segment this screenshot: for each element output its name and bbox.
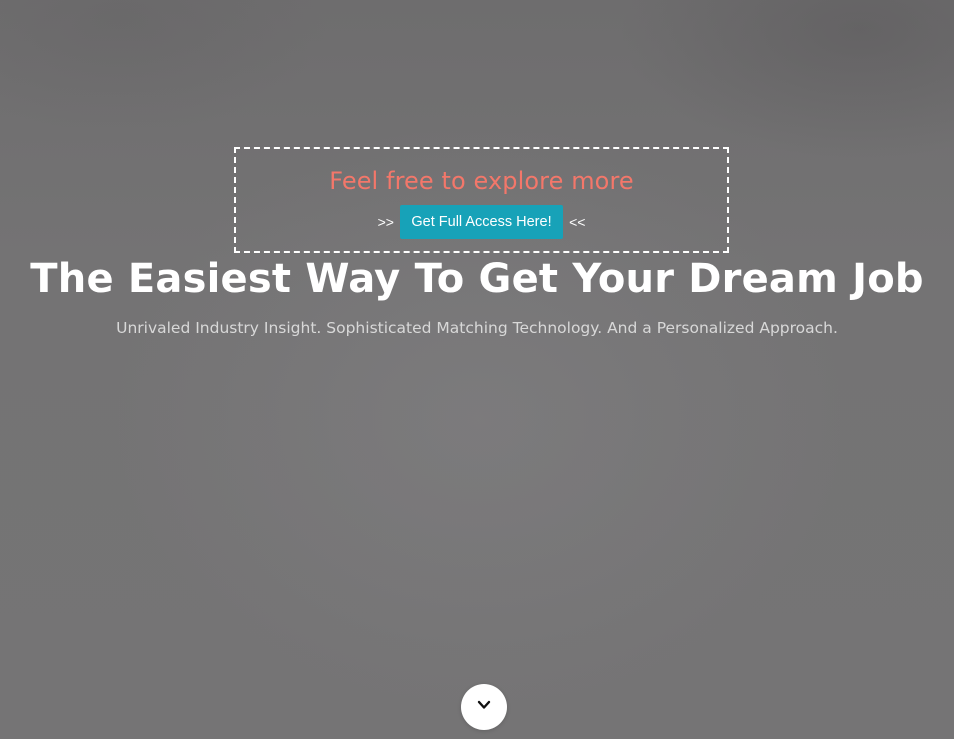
left-arrow-marker: >> [377,214,394,230]
right-arrow-marker: << [569,214,586,230]
hero-headline: The Easiest Way To Get Your Dream Job [30,256,924,302]
hero-background [0,0,954,739]
promo-cta-row: >> Get Full Access Here! << [236,205,727,239]
promo-banner: Feel free to explore more >> Get Full Ac… [234,147,729,253]
scroll-down-button[interactable] [461,684,507,730]
hero-subheadline: Unrivaled Industry Insight. Sophisticate… [116,319,838,337]
promo-title: Feel free to explore more [329,167,634,195]
get-full-access-button[interactable]: Get Full Access Here! [400,205,563,239]
chevron-down-icon [477,700,491,709]
